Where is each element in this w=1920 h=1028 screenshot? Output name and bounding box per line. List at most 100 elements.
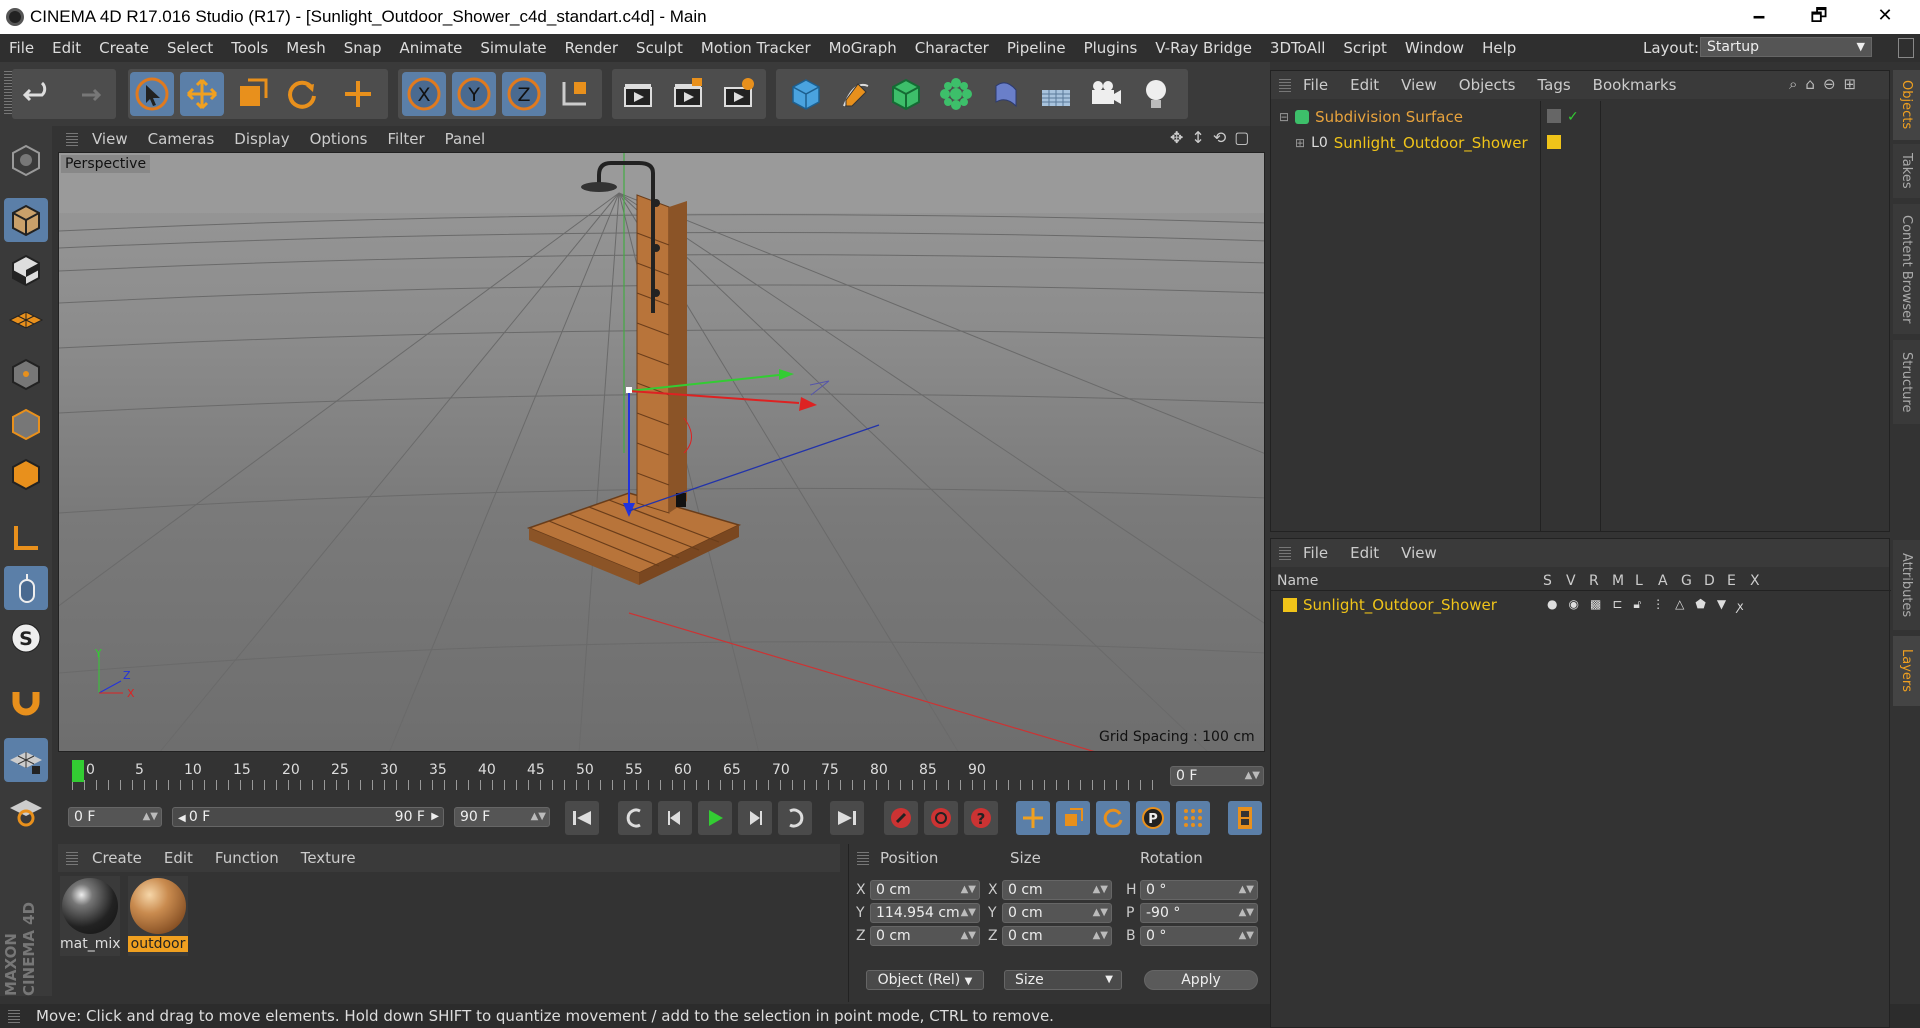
menu-motion-tracker[interactable]: Motion Tracker [692,39,820,57]
menu-sculpt[interactable]: Sculpt [627,39,692,57]
object-name[interactable]: Subdivision Surface [1315,108,1463,126]
layout-select[interactable]: Startup ▼ [1700,37,1872,57]
light-bulb-icon[interactable] [1134,72,1178,116]
menu-help[interactable]: Help [1473,39,1525,57]
autokey-button[interactable] [924,801,958,835]
menu-edit[interactable]: Edit [1350,76,1379,94]
floor-icon[interactable] [1034,72,1078,116]
layer-name[interactable]: Sunlight_Outdoor_Shower [1303,596,1497,614]
x-axis-lock-icon[interactable]: X [402,72,446,116]
hidden-checkbox-icon[interactable] [1547,109,1561,123]
tab-attributes[interactable]: Attributes [1893,540,1920,630]
material-item[interactable]: outdoor [128,876,188,956]
coord-size-field[interactable]: 0 cm ▲▼ [1002,926,1112,946]
menu-3dtoall[interactable]: 3DToAll [1261,39,1334,57]
menu-edit[interactable]: Edit [43,39,90,57]
menu-plugins[interactable]: Plugins [1075,39,1147,57]
z-axis-lock-icon[interactable]: Z [502,72,546,116]
render-view-icon[interactable] [616,72,660,116]
material-item[interactable]: mat_mix [60,876,121,956]
generator-icon[interactable]: △ [1675,597,1684,614]
new-view-icon[interactable]: ⊞ [1844,75,1857,93]
start-frame-field[interactable]: 0 F ▲▼ [68,807,162,827]
key-position-button[interactable] [1016,801,1050,835]
select-arrow-icon[interactable] [130,72,174,116]
orbit-icon[interactable]: ⟲ [1213,128,1226,148]
layer-row[interactable]: Sunlight_Outdoor_Shower [1283,595,1497,615]
search-icon[interactable]: ⌕ [1789,75,1797,93]
transform-icon[interactable] [336,72,380,116]
menu-filter[interactable]: Filter [387,130,424,148]
pen-spline-icon[interactable] [834,72,878,116]
edges-mode-icon[interactable] [4,402,48,446]
menu-file[interactable]: File [1303,544,1328,562]
tab-layers[interactable]: Layers [1893,636,1920,706]
workplane-icon[interactable] [4,298,48,342]
array-cloner-icon[interactable] [934,72,978,116]
menu-bookmarks[interactable]: Bookmarks [1593,76,1677,94]
polygons-mode-icon[interactable] [4,452,48,496]
cube-icon[interactable] [784,72,828,116]
coord-size-field[interactable]: 0 cm ▲▼ [1002,903,1112,923]
menu-animate[interactable]: Animate [391,39,472,57]
checkmark-icon[interactable]: ✓ [1567,109,1579,125]
layer-flags[interactable]: ● ◉ ▩ ⊏ 🔓︎ ⋮ △ ⬟ ▼ ꭗ [1547,597,1743,614]
menu-create[interactable]: Create [92,849,142,867]
object-visibility[interactable]: ✓ [1547,109,1579,125]
coordinate-mode-select[interactable]: Object (Rel) ▼ [866,970,984,990]
expand-toggle-icon[interactable]: ⊞ [1295,136,1305,150]
collapse-toggle-icon[interactable]: ⊟ [1279,110,1289,124]
tab-content-browser[interactable]: Content Browser [1893,204,1920,334]
menu-view[interactable]: View [1401,76,1437,94]
key-scale-button[interactable] [1056,801,1090,835]
menu-options[interactable]: Options [310,130,368,148]
deformer-icon[interactable] [984,72,1028,116]
menu-objects[interactable]: Objects [1459,76,1516,94]
menu-v-ray-bridge[interactable]: V-Ray Bridge [1146,39,1261,57]
menu-mesh[interactable]: Mesh [277,39,335,57]
scale-icon[interactable] [230,72,274,116]
key-parameter-button[interactable]: P [1136,801,1170,835]
timeline-button[interactable] [1228,801,1262,835]
menu-display[interactable]: Display [234,130,289,148]
layer-column-header[interactable]: V [1566,573,1576,589]
collapse-icon[interactable]: ⊖ [1823,75,1836,93]
end-frame-field[interactable]: 90 F ▲▼ [454,807,550,827]
tab-objects[interactable]: Objects [1893,70,1920,140]
menu-render[interactable]: Render [556,39,627,57]
object-row[interactable]: ⊟ Subdivision Surface [1279,107,1463,127]
maximize-button[interactable]: 🗗 [1790,0,1848,34]
key-pla-button[interactable] [1176,801,1210,835]
menu-window[interactable]: Window [1396,39,1473,57]
panel-toggle-icon[interactable] [1898,38,1914,58]
menu-pipeline[interactable]: Pipeline [998,39,1075,57]
record-button[interactable] [884,801,918,835]
goto-start-button[interactable] [565,801,599,835]
menu-edit[interactable]: Edit [164,849,193,867]
current-frame-field[interactable]: 0 F ▲▼ [1170,766,1264,786]
coord-rot-field[interactable]: 0 ° ▲▼ [1140,926,1258,946]
coord-pos-field[interactable]: 0 cm ▲▼ [870,880,980,900]
layer-column-header[interactable]: L [1635,573,1643,589]
layer-column-header[interactable]: X [1750,573,1760,589]
coord-rot-field[interactable]: -90 ° ▲▼ [1140,903,1258,923]
expression-icon[interactable]: ▼ [1717,597,1726,614]
menu-view[interactable]: View [1401,544,1437,562]
undo-icon[interactable] [16,72,60,116]
layer-color-swatch[interactable] [1547,135,1561,149]
goto-end-button[interactable] [830,801,864,835]
menu-cameras[interactable]: Cameras [148,130,215,148]
size-mode-select[interactable]: Size ▼ [1004,970,1122,990]
make-editable-icon[interactable] [4,138,48,182]
coord-size-field[interactable]: 0 cm ▲▼ [1002,880,1112,900]
layer-column-header[interactable]: Name [1277,573,1318,589]
play-button[interactable] [698,801,732,835]
perspective-viewport[interactable]: Perspective Y Z X Grid Spacing : 100 cm [58,152,1265,752]
magnet-icon[interactable] [4,680,48,724]
prev-frame-button[interactable] [658,801,692,835]
maximize-view-icon[interactable]: ▢ [1234,128,1249,148]
subdivision-surface-icon[interactable] [884,72,928,116]
xref-icon[interactable]: ꭗ [1737,597,1743,614]
render-settings-icon[interactable] [716,72,760,116]
menu-file[interactable]: File [0,39,43,57]
